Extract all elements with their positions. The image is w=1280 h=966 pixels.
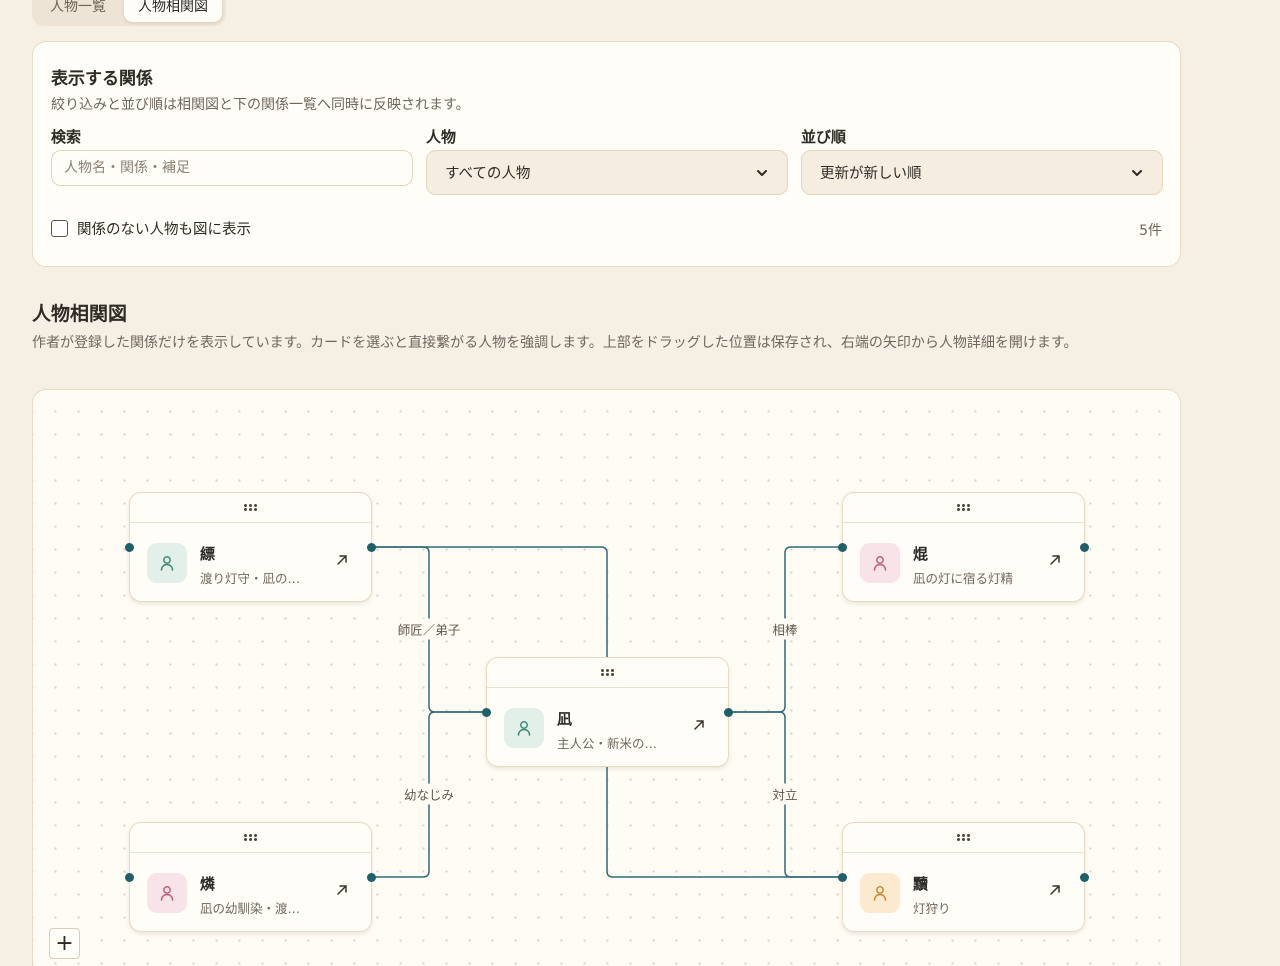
open-detail-icon[interactable]	[335, 553, 349, 567]
search-input[interactable]	[51, 150, 413, 186]
character-node[interactable]: 縹 渡り灯守・凪の…	[125, 492, 376, 602]
edge-label-childhood-friend: 幼なじみ	[400, 783, 458, 805]
connection-port[interactable]	[724, 708, 733, 717]
character-name: 凪	[557, 710, 573, 728]
person-icon	[873, 886, 887, 901]
search-label: 検索	[51, 128, 82, 146]
open-detail-icon[interactable]	[1048, 883, 1062, 897]
connection-port[interactable]	[125, 873, 134, 882]
character-subtitle: 渡り灯守・凪の…	[200, 571, 301, 586]
drag-handle[interactable]	[843, 493, 1084, 523]
grip-icon	[957, 833, 970, 842]
connection-port[interactable]	[125, 543, 134, 552]
edge-label-rival: 対立	[769, 783, 801, 805]
open-detail-icon[interactable]	[692, 718, 706, 732]
view-tabs: 人物一覧 人物相関図	[32, 0, 226, 26]
person-filter-label: 人物	[426, 128, 457, 146]
sort-select[interactable]: 更新が新しい順	[801, 150, 1163, 195]
person-filter-select[interactable]: すべての人物	[426, 150, 788, 195]
edge-hyou-nagi-top[interactable]	[372, 546, 608, 657]
connection-port[interactable]	[838, 873, 847, 882]
filter-title: 表示する関係	[51, 69, 153, 89]
drag-handle[interactable]	[487, 658, 728, 688]
grip-icon	[244, 503, 257, 512]
character-node[interactable]: 焜 凪の灯に宿る灯精	[838, 492, 1089, 602]
connection-port[interactable]	[367, 543, 376, 552]
edge-label-partner: 相棒	[769, 618, 801, 640]
person-icon	[873, 556, 887, 571]
character-subtitle: 凪の幼馴染・渡…	[200, 901, 301, 916]
sort-label: 並び順	[801, 128, 847, 146]
person-icon	[160, 886, 174, 901]
avatar	[504, 708, 544, 748]
connection-port[interactable]	[482, 708, 491, 717]
drag-handle[interactable]	[130, 823, 371, 853]
sort-value: 更新が新しい順	[820, 166, 922, 182]
tab-relationship-diagram[interactable]: 人物相関図	[124, 0, 222, 22]
character-node[interactable]: 燐 凪の幼馴染・渡…	[125, 822, 376, 932]
grip-icon	[244, 833, 257, 842]
diagram-description: 作者が登録した関係だけを表示しています。カードを選ぶと直接繋がる人物を強調します…	[32, 335, 1078, 351]
open-detail-icon[interactable]	[1048, 553, 1062, 567]
person-icon	[517, 721, 531, 736]
character-name: 燐	[200, 875, 216, 893]
chevron-down-icon	[757, 169, 767, 176]
connection-port[interactable]	[1080, 873, 1089, 882]
diagram-title: 人物相関図	[32, 303, 128, 325]
character-node[interactable]: 黷 灯狩り	[838, 822, 1089, 932]
tab-character-list[interactable]: 人物一覧	[36, 0, 120, 22]
character-node[interactable]: 凪 主人公・新米の…	[482, 657, 733, 767]
person-icon	[160, 556, 174, 571]
result-count: 5件	[1139, 223, 1162, 239]
connection-port[interactable]	[1080, 543, 1089, 552]
filter-description: 絞り込みと並び順は相関図と下の関係一覧へ同時に反映されます。	[51, 97, 470, 113]
drag-handle[interactable]	[843, 823, 1084, 853]
edge-label-mentor: 師匠／弟子	[394, 618, 464, 640]
show-isolated-toggle[interactable]: 関係のない人物も図に表示	[51, 218, 251, 239]
connection-port[interactable]	[367, 873, 376, 882]
character-name: 縹	[200, 545, 216, 563]
avatar	[860, 543, 900, 583]
character-subtitle: 凪の灯に宿る灯精	[913, 571, 1014, 586]
character-name: 焜	[913, 545, 929, 563]
grip-icon	[957, 503, 970, 512]
avatar	[147, 543, 187, 583]
show-isolated-label: 関係のない人物も図に表示	[77, 222, 251, 238]
open-detail-icon[interactable]	[335, 883, 349, 897]
show-isolated-checkbox[interactable]	[51, 220, 68, 237]
relationship-filter-panel: 表示する関係 絞り込みと並び順は相関図と下の関係一覧へ同時に反映されます。 検索…	[32, 41, 1181, 267]
chevron-down-icon	[1132, 169, 1142, 176]
connection-port[interactable]	[838, 543, 847, 552]
character-subtitle: 灯狩り	[913, 901, 951, 916]
avatar	[147, 873, 187, 913]
character-subtitle: 主人公・新米の…	[557, 736, 658, 751]
character-name: 黷	[913, 875, 929, 893]
avatar	[860, 873, 900, 913]
zoom-in-button[interactable]: +	[49, 928, 80, 959]
edge-nagi-ten-bottom[interactable]	[606, 767, 842, 878]
relationship-canvas[interactable]: 師匠／弟子 相棒 幼なじみ 対立 縹 渡り灯守・凪の… 焜 凪の灯に宿る灯精 凪…	[32, 389, 1181, 966]
person-filter-value: すべての人物	[445, 166, 531, 182]
drag-handle[interactable]	[130, 493, 371, 523]
grip-icon	[601, 668, 614, 677]
